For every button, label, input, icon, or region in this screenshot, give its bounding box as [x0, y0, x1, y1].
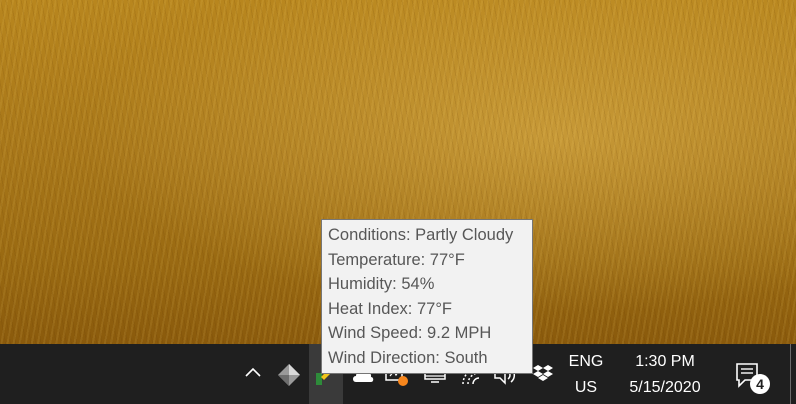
dropbox-icon[interactable] [531, 363, 555, 385]
taskbar-clock[interactable]: 1:30 PM 5/15/2020 [615, 349, 715, 401]
language-code: ENG [568, 353, 604, 370]
tooltip-conditions: Conditions: Partly Cloudy [328, 226, 514, 244]
tooltip-wind-speed: Wind Speed: 9.2 MPH [328, 324, 492, 343]
weather-tooltip: Conditions: Partly Cloudy Temperature: 7… [321, 219, 533, 374]
diamond-app-icon[interactable] [277, 363, 301, 387]
clock-date: 5/15/2020 [629, 379, 701, 396]
tooltip-heat-index: Heat Index: 77°F [328, 299, 452, 318]
tooltip-humidity: Humidity: 54% [328, 275, 435, 294]
show-hidden-icons-chevron-icon[interactable] [243, 362, 263, 382]
tooltip-wind-direction: Wind Direction: South [328, 348, 488, 367]
region-code: US [574, 379, 598, 396]
show-desktop-button[interactable] [790, 344, 791, 404]
tooltip-temperature: Temperature: 77°F [328, 250, 465, 269]
notification-count-badge: 4 [750, 374, 770, 394]
clock-time: 1:30 PM [635, 353, 695, 370]
input-language-indicator[interactable]: ENG US [566, 349, 606, 401]
